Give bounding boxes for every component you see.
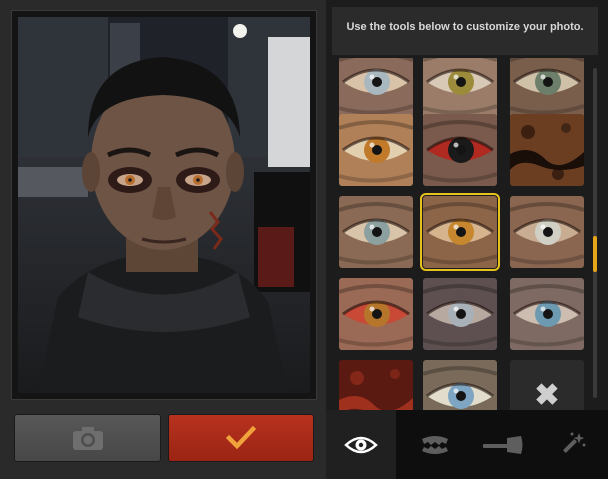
magic-wand-icon bbox=[563, 432, 586, 453]
remove-effect-button[interactable]: ✖ bbox=[510, 360, 584, 410]
texture-image bbox=[339, 360, 413, 410]
tab-eyes[interactable] bbox=[326, 410, 396, 479]
eye-thumbnail[interactable] bbox=[420, 193, 500, 271]
eye-image bbox=[339, 114, 413, 186]
scrollbar-track[interactable] bbox=[593, 68, 597, 398]
eye-image bbox=[510, 58, 584, 118]
close-icon: ✖ bbox=[534, 379, 560, 411]
eye-image bbox=[423, 278, 497, 350]
eye-image bbox=[339, 58, 413, 118]
checkmark-icon bbox=[226, 426, 256, 450]
axe-icon bbox=[483, 435, 523, 454]
camera-button[interactable] bbox=[14, 414, 161, 462]
eye-thumbnail[interactable] bbox=[423, 278, 497, 350]
photo-preview bbox=[18, 17, 310, 393]
eye-thumbnail[interactable] bbox=[423, 114, 497, 186]
thumbnail-grid: ✖ bbox=[326, 58, 596, 410]
eye-thumbnail[interactable] bbox=[510, 196, 584, 268]
eye-thumbnail[interactable] bbox=[339, 196, 413, 268]
eye-image bbox=[339, 278, 413, 350]
camera-icon bbox=[72, 427, 103, 450]
tab-weapons[interactable] bbox=[468, 410, 538, 479]
eye-thumbnail[interactable] bbox=[339, 278, 413, 350]
teeth-icon bbox=[422, 435, 448, 454]
eye-image bbox=[510, 196, 584, 268]
eye-image bbox=[423, 114, 497, 186]
confirm-button[interactable] bbox=[168, 414, 314, 462]
eye-thumbnail[interactable] bbox=[510, 278, 584, 350]
eye-thumbnail[interactable] bbox=[423, 360, 497, 410]
tab-teeth[interactable] bbox=[400, 410, 470, 479]
left-panel bbox=[0, 0, 326, 479]
eye-image bbox=[339, 196, 413, 268]
eye-thumbnail[interactable] bbox=[510, 58, 584, 118]
photo-frame bbox=[11, 10, 317, 400]
right-panel: Use the tools below to customize your ph… bbox=[326, 0, 608, 479]
texture-thumbnail[interactable] bbox=[510, 114, 584, 186]
texture-image bbox=[510, 114, 584, 186]
tab-effects[interactable] bbox=[538, 410, 608, 479]
instructions-text: Use the tools below to customize your ph… bbox=[332, 7, 598, 55]
eye-image bbox=[423, 196, 497, 268]
eye-thumbnail[interactable] bbox=[339, 114, 413, 186]
portrait-image bbox=[18, 17, 310, 393]
texture-thumbnail[interactable] bbox=[339, 360, 413, 410]
eye-image bbox=[510, 278, 584, 350]
eye-thumbnail[interactable] bbox=[423, 58, 497, 118]
eye-image bbox=[423, 58, 497, 118]
eye-image bbox=[423, 360, 497, 410]
tool-tab-bar bbox=[326, 410, 608, 479]
eye-icon bbox=[344, 436, 378, 453]
eye-thumbnail[interactable] bbox=[339, 58, 413, 118]
scrollbar-thumb[interactable] bbox=[593, 236, 597, 272]
